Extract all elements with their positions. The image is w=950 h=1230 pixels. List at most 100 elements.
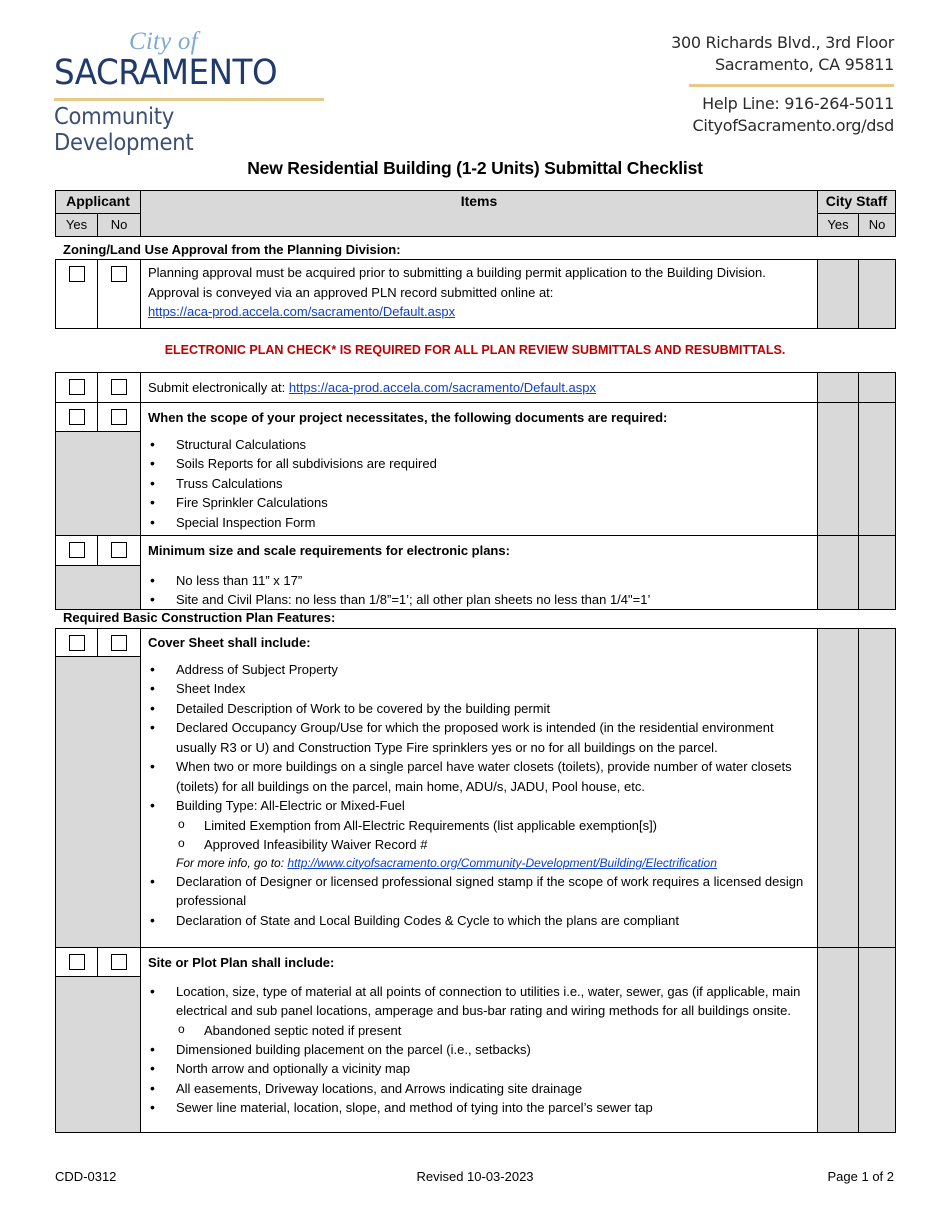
applicant-yes-cell — [55, 402, 98, 432]
min-size-item: Minimum size and scale requirements for … — [140, 535, 818, 610]
list-item: All easements, Driveway locations, and A… — [148, 1079, 810, 1099]
zoning-text: Planning approval must be acquired prior… — [148, 265, 766, 300]
staff-no-cell — [858, 947, 896, 1133]
page-title: New Residential Building (1-2 Units) Sub… — [247, 158, 703, 178]
applicant-no-checkbox[interactable] — [111, 542, 127, 558]
staff-yes-cell — [817, 535, 859, 610]
electronic-submittal-table: Submit electronically at: https://aca-pr… — [55, 372, 896, 610]
basic-features-section-label: Required Basic Construction Plan Feature… — [63, 610, 336, 625]
logo-divider — [54, 98, 324, 101]
list-item: Declaration of State and Local Building … — [148, 911, 810, 931]
list-item: Soils Reports for all subdivisions are r… — [148, 454, 810, 474]
list-item: Address of Subject Property — [148, 660, 810, 680]
applicant-no-cell — [97, 628, 141, 657]
staff-yes-cell — [817, 402, 859, 536]
building-type-sublist: Limited Exemption from All-Electric Requ… — [148, 815, 810, 854]
page-number: Page 1 of 2 — [827, 1169, 895, 1184]
contact-block: 300 Richards Blvd., 3rd Floor Sacramento… — [671, 32, 894, 137]
zoning-row: Planning approval must be acquired prior… — [55, 259, 896, 329]
electronic-plan-check-notice: ELECTRONIC PLAN CHECK* IS REQUIRED FOR A… — [164, 343, 786, 357]
staff-yes-header: Yes — [817, 213, 859, 237]
staff-no-cell — [858, 402, 896, 536]
list-item: Structural Calculations — [148, 435, 810, 455]
items-header: Items — [140, 190, 818, 237]
list-item: North arrow and optionally a vicinity ma… — [148, 1059, 810, 1079]
applicant-no-cell — [97, 535, 141, 566]
logo-sacramento: SACRAMENTO — [54, 53, 278, 93]
cover-sheet-heading: Cover Sheet shall include: — [148, 635, 311, 650]
applicant-yes-cell — [55, 535, 98, 566]
electrification-info: For more info, go to: http://www.cityofs… — [148, 854, 810, 872]
applicant-no-cell — [97, 372, 141, 403]
list-item: When two or more buildings on a single p… — [148, 757, 810, 796]
applicant-shaded-cell — [55, 656, 141, 948]
list-item: Sewer line material, location, slope, an… — [148, 1098, 810, 1118]
applicant-no-header: No — [97, 213, 141, 237]
list-item: Location, size, type of material at all … — [148, 982, 810, 1040]
documents-item: When the scope of your project necessita… — [140, 402, 818, 536]
list-item: No less than 11” x 17” — [148, 571, 810, 591]
applicant-shaded-cell — [55, 431, 141, 536]
applicant-yes-checkbox[interactable] — [68, 542, 85, 558]
min-size-heading: Minimum size and scale requirements for … — [148, 543, 510, 558]
list-item: Detailed Description of Work to be cover… — [148, 699, 810, 719]
list-item: Truss Calculations — [148, 474, 810, 494]
applicant-no-checkbox[interactable] — [111, 379, 127, 395]
help-line: Help Line: 916-264-5011 — [702, 94, 894, 113]
sub-list-item: Limited Exemption from All-Electric Requ… — [148, 815, 810, 835]
applicant-no-cell — [97, 947, 141, 977]
site-plan-list: Location, size, type of material at all … — [148, 982, 810, 1118]
logo-city-of: City of — [129, 28, 198, 55]
staff-no-cell — [858, 535, 896, 610]
applicant-yes-checkbox[interactable] — [68, 409, 85, 425]
staff-yes-cell — [817, 372, 859, 403]
documents-list: Structural Calculations Soils Reports fo… — [148, 435, 810, 533]
applicant-yes-cell — [55, 372, 98, 403]
applicant-no-checkbox[interactable] — [111, 409, 127, 425]
applicant-shaded-cell — [55, 976, 141, 1133]
address-line-2: Sacramento, CA 95811 — [714, 55, 894, 74]
website: CityofSacramento.org/dsd — [692, 116, 895, 135]
address-line-1: 300 Richards Blvd., 3rd Floor — [671, 33, 894, 52]
applicant-no-checkbox[interactable] — [111, 635, 127, 651]
applicant-yes-checkbox[interactable] — [68, 954, 85, 970]
contact-divider — [689, 84, 894, 87]
applicant-no-cell — [97, 259, 141, 329]
staff-no-cell — [858, 628, 896, 948]
min-size-list: No less than 11” x 17” Site and Civil Pl… — [148, 571, 810, 610]
zoning-accela-link[interactable]: https://aca-prod.accela.com/sacramento/D… — [148, 304, 455, 319]
cover-sheet-list: Address of Subject Property Sheet Index … — [148, 660, 810, 854]
staff-no-cell — [858, 372, 896, 403]
applicant-yes-cell — [55, 259, 98, 329]
list-item: Dimensioned building placement on the pa… — [148, 1040, 810, 1060]
zoning-item: Planning approval must be acquired prior… — [140, 259, 818, 329]
cover-sheet-item: Cover Sheet shall include: Address of Su… — [140, 628, 818, 948]
utilities-text: Location, size, type of material at all … — [176, 983, 801, 1019]
applicant-no-checkbox[interactable] — [111, 266, 127, 282]
logo-department: Community Development — [54, 104, 194, 156]
applicant-yes-checkbox[interactable] — [68, 635, 85, 651]
table-header: Applicant Items City Staff Yes No Yes No — [55, 190, 896, 237]
staff-yes-cell — [817, 628, 859, 948]
basic-features-table: Cover Sheet shall include: Address of Su… — [55, 628, 896, 1133]
applicant-yes-cell — [55, 628, 98, 657]
applicant-yes-header: Yes — [55, 213, 98, 237]
revised-date: Revised 10-03-2023 — [416, 1169, 534, 1184]
applicant-yes-cell — [55, 947, 98, 977]
applicant-yes-checkbox[interactable] — [68, 379, 85, 395]
city-logo: City of SACRAMENTO Community Development — [54, 28, 329, 156]
applicant-no-checkbox[interactable] — [111, 954, 127, 970]
site-plan-item: Site or Plot Plan shall include: Locatio… — [140, 947, 818, 1133]
applicant-shaded-cell — [55, 565, 141, 610]
more-info-label: For more info, go to: — [176, 855, 288, 870]
list-item: Sheet Index — [148, 679, 810, 699]
cover-sheet-list-continued: Declaration of Designer or licensed prof… — [148, 872, 810, 931]
submit-accela-link[interactable]: https://aca-prod.accela.com/sacramento/D… — [289, 380, 596, 395]
sub-list-item: Approved Infeasibility Waiver Record # — [148, 834, 810, 854]
list-item: Building Type: All-Electric or Mixed-Fue… — [148, 796, 810, 854]
electrification-link[interactable]: http://www.cityofsacramento.org/Communit… — [287, 856, 717, 870]
zoning-section-label: Zoning/Land Use Approval from the Planni… — [63, 242, 401, 257]
checklist-page: City of SACRAMENTO Community Development… — [0, 0, 950, 1230]
submit-item: Submit electronically at: https://aca-pr… — [140, 372, 818, 403]
applicant-yes-checkbox[interactable] — [68, 266, 85, 282]
